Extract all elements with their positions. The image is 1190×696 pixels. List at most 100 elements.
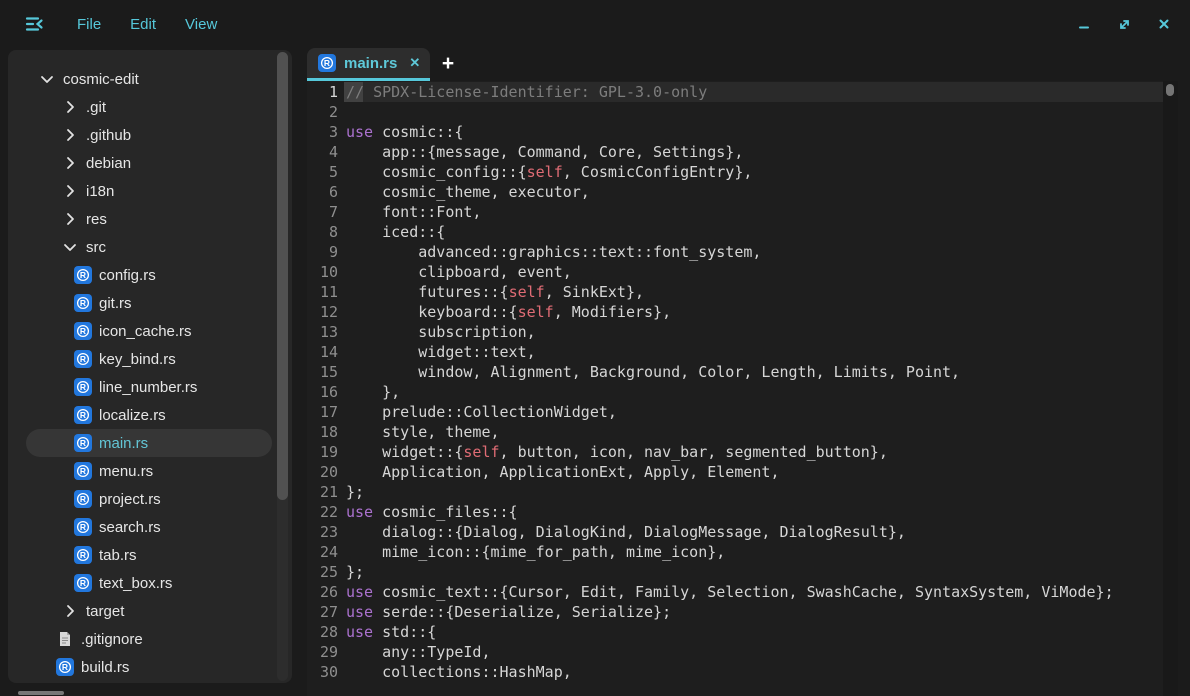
tree-file-menu-rs[interactable]: Rmenu.rs <box>8 457 292 485</box>
code-line[interactable]: 18 style, theme, <box>307 422 1178 442</box>
code-token: std::{ <box>373 623 436 641</box>
tree-folder-src[interactable]: src <box>8 233 292 261</box>
chevron-right-icon[interactable] <box>61 210 79 228</box>
code-line[interactable]: 11 futures::{self, SinkExt}, <box>307 282 1178 302</box>
line-text: dialog::{Dialog, DialogKind, DialogMessa… <box>346 523 906 541</box>
code-line[interactable]: 30 collections::HashMap, <box>307 662 1178 682</box>
close-icon[interactable] <box>1144 4 1184 44</box>
rust-file-icon: R <box>74 322 92 340</box>
tree-item-label: build.rs <box>81 659 129 676</box>
tree-folder--github[interactable]: .github <box>8 121 292 149</box>
code-line[interactable]: 7 font::Font, <box>307 202 1178 222</box>
sidebar-horizontal-scrollbar-thumb[interactable] <box>18 691 64 695</box>
tree-folder-res[interactable]: res <box>8 205 292 233</box>
code-line[interactable]: 21}; <box>307 482 1178 502</box>
tree-item-label: cosmic-edit <box>63 71 139 88</box>
new-tab-button[interactable]: + <box>436 52 460 76</box>
tree-item-label: text_box.rs <box>99 575 172 592</box>
chevron-right-icon[interactable] <box>61 602 79 620</box>
chevron-down-icon[interactable] <box>38 70 56 88</box>
line-number: 10 <box>307 263 338 281</box>
code-line[interactable]: 5 cosmic_config::{self, CosmicConfigEntr… <box>307 162 1178 182</box>
code-line[interactable]: 13 subscription, <box>307 322 1178 342</box>
svg-text:R: R <box>80 494 86 504</box>
tree-folder-cosmic-edit[interactable]: cosmic-edit <box>8 65 292 93</box>
code-line[interactable]: 22use cosmic_files::{ <box>307 502 1178 522</box>
code-editor[interactable]: 1// SPDX-License-Identifier: GPL-3.0-onl… <box>307 81 1178 696</box>
code-line[interactable]: 16 }, <box>307 382 1178 402</box>
tree-file-config-rs[interactable]: Rconfig.rs <box>8 261 292 289</box>
code-line[interactable]: 12 keyboard::{self, Modifiers}, <box>307 302 1178 322</box>
line-text: }, <box>346 383 400 401</box>
tree-file--gitignore[interactable]: .gitignore <box>8 625 292 653</box>
code-line[interactable]: 24 mime_icon::{mime_for_path, mime_icon}… <box>307 542 1178 562</box>
code-token: }; <box>346 483 364 501</box>
code-token: dialog::{Dialog, DialogKind, DialogMessa… <box>346 523 906 541</box>
tree-item-label: .git <box>86 99 106 116</box>
line-number: 29 <box>307 643 338 661</box>
tab-main-rs[interactable]: R main.rs ✕ <box>307 48 430 78</box>
line-number: 9 <box>307 243 338 261</box>
code-line[interactable]: 19 widget::{self, button, icon, nav_bar,… <box>307 442 1178 462</box>
code-line[interactable]: 26use cosmic_text::{Cursor, Edit, Family… <box>307 582 1178 602</box>
code-token: collections::HashMap, <box>346 663 572 681</box>
menu-view[interactable]: View <box>185 16 217 33</box>
chevron-right-icon[interactable] <box>61 154 79 172</box>
line-text: any::TypeId, <box>346 643 491 661</box>
code-line[interactable]: 27use serde::{Deserialize, Serialize}; <box>307 602 1178 622</box>
tree-item-label: .gitignore <box>81 631 143 648</box>
tree-file-search-rs[interactable]: Rsearch.rs <box>8 513 292 541</box>
code-line[interactable]: 17 prelude::CollectionWidget, <box>307 402 1178 422</box>
chevron-right-icon[interactable] <box>61 98 79 116</box>
editor-scrollbar-track[interactable] <box>1163 81 1178 696</box>
tree-file-key-bind-rs[interactable]: Rkey_bind.rs <box>8 345 292 373</box>
tree-folder-target[interactable]: target <box>8 597 292 625</box>
tree-file-project-rs[interactable]: Rproject.rs <box>8 485 292 513</box>
code-token: widget::{ <box>346 443 463 461</box>
tree-folder-debian[interactable]: debian <box>8 149 292 177</box>
menu-edit[interactable]: Edit <box>130 16 156 33</box>
code-line[interactable]: 29 any::TypeId, <box>307 642 1178 662</box>
code-token: , Modifiers}, <box>554 303 671 321</box>
chevron-down-icon[interactable] <box>61 238 79 256</box>
tree-item-label: tab.rs <box>99 547 137 564</box>
code-line[interactable]: 10 clipboard, event, <box>307 262 1178 282</box>
sidebar-scrollbar-thumb[interactable] <box>277 52 288 500</box>
code-token: subscription, <box>346 323 536 341</box>
sidebar-collapse-icon[interactable] <box>22 11 48 37</box>
code-line[interactable]: 14 widget::text, <box>307 342 1178 362</box>
tree-file-text-box-rs[interactable]: Rtext_box.rs <box>8 569 292 597</box>
tree-file-tab-rs[interactable]: Rtab.rs <box>8 541 292 569</box>
code-line[interactable]: 8 iced::{ <box>307 222 1178 242</box>
tree-folder-i18n[interactable]: i18n <box>8 177 292 205</box>
code-line[interactable]: 3use cosmic::{ <box>307 122 1178 142</box>
code-line[interactable]: 1// SPDX-License-Identifier: GPL-3.0-onl… <box>307 82 1178 102</box>
tree-file-line-number-rs[interactable]: Rline_number.rs <box>8 373 292 401</box>
rust-file-icon: R <box>74 350 92 368</box>
code-line[interactable]: 25}; <box>307 562 1178 582</box>
rust-file-icon: R <box>74 406 92 424</box>
code-line[interactable]: 23 dialog::{Dialog, DialogKind, DialogMe… <box>307 522 1178 542</box>
tree-folder--git[interactable]: .git <box>8 93 292 121</box>
tree-file-git-rs[interactable]: Rgit.rs <box>8 289 292 317</box>
menu-file[interactable]: File <box>77 16 101 33</box>
code-line[interactable]: 28use std::{ <box>307 622 1178 642</box>
tree-file-icon-cache-rs[interactable]: Ricon_cache.rs <box>8 317 292 345</box>
code-line[interactable]: 15 window, Alignment, Background, Color,… <box>307 362 1178 382</box>
line-number: 24 <box>307 543 338 561</box>
code-line[interactable]: 9 advanced::graphics::text::font_system, <box>307 242 1178 262</box>
tree-file-build-rs[interactable]: Rbuild.rs <box>8 653 292 681</box>
tab-close-icon[interactable]: ✕ <box>409 55 420 71</box>
maximize-icon[interactable] <box>1104 4 1144 44</box>
chevron-right-icon[interactable] <box>61 126 79 144</box>
code-line[interactable]: 4 app::{message, Command, Core, Settings… <box>307 142 1178 162</box>
tree-file-localize-rs[interactable]: Rlocalize.rs <box>8 401 292 429</box>
tree-file-main-rs[interactable]: Rmain.rs <box>8 429 292 457</box>
editor-scrollbar-thumb[interactable] <box>1166 84 1174 96</box>
chevron-right-icon[interactable] <box>61 182 79 200</box>
code-line[interactable]: 20 Application, ApplicationExt, Apply, E… <box>307 462 1178 482</box>
code-line[interactable]: 6 cosmic_theme, executor, <box>307 182 1178 202</box>
code-line[interactable]: 2 <box>307 102 1178 122</box>
code-token: keyboard::{ <box>346 303 518 321</box>
minimize-icon[interactable] <box>1064 4 1104 44</box>
